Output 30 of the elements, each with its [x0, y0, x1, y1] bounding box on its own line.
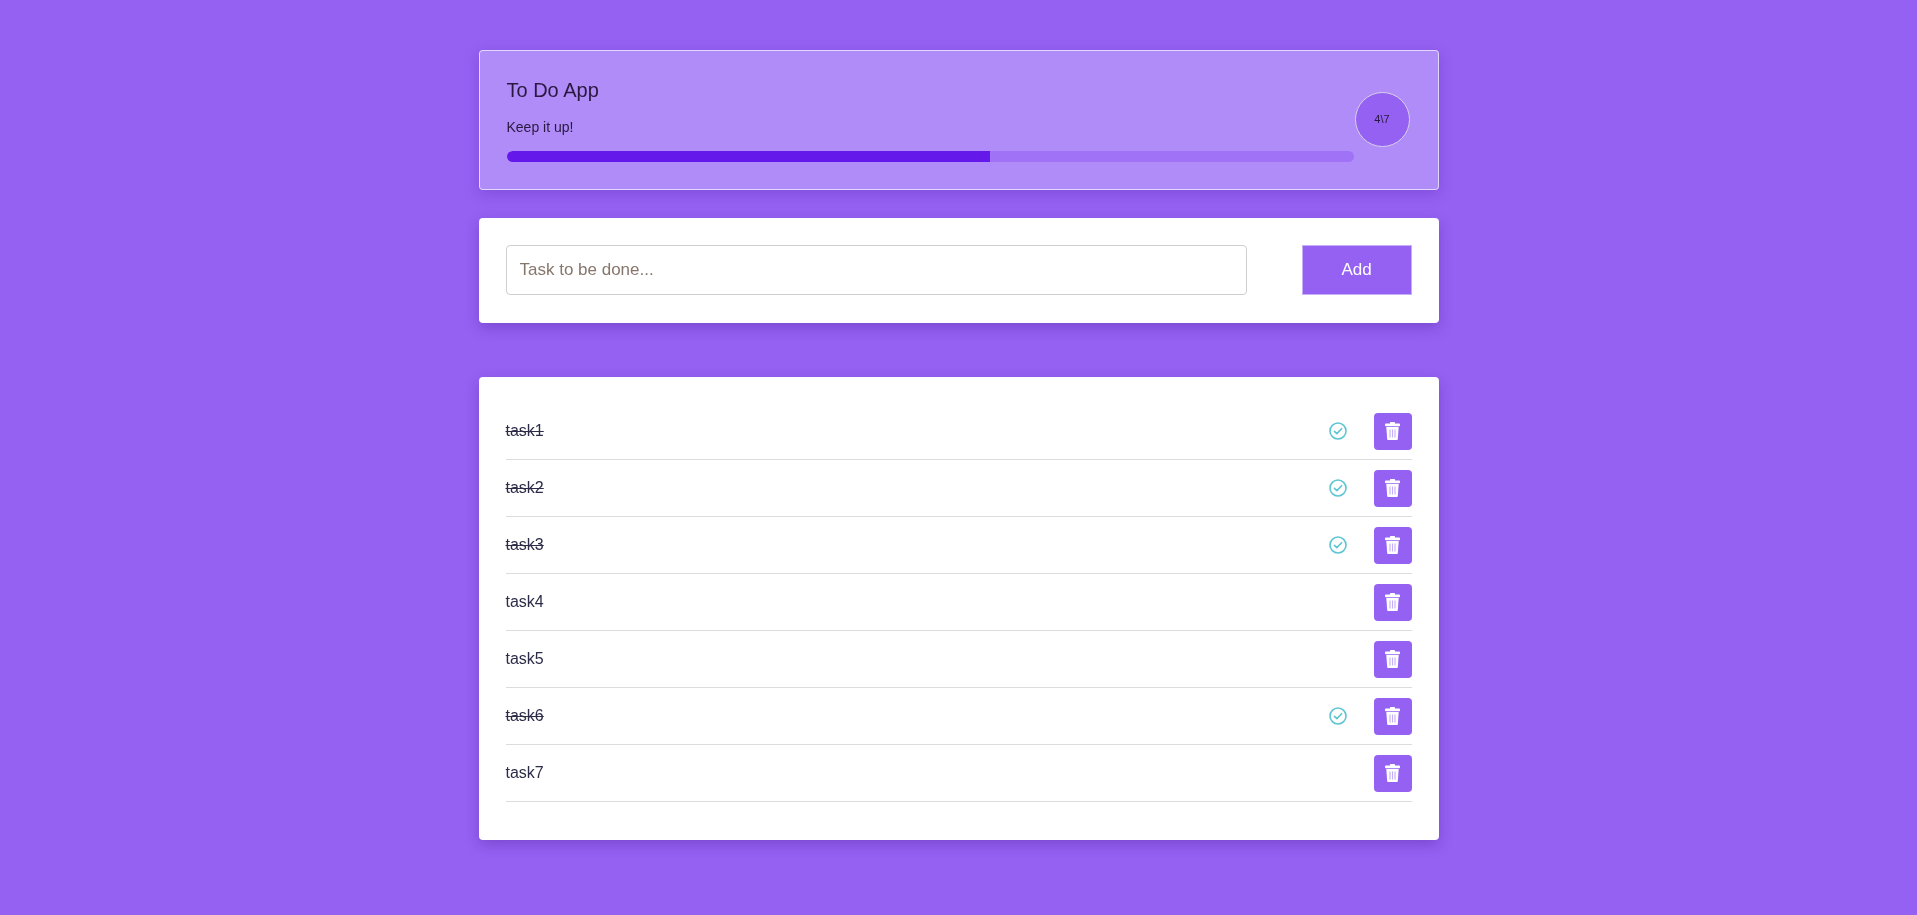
app-title: To Do App: [506, 78, 600, 103]
task-text[interactable]: task4: [505, 593, 1374, 611]
trash-icon: [1385, 707, 1400, 725]
delete-button[interactable]: [1373, 469, 1412, 507]
progress-message: Keep it up!: [506, 118, 574, 137]
trash-icon: [1385, 764, 1400, 782]
check-circle-icon: [1328, 536, 1347, 554]
delete-button[interactable]: [1373, 412, 1412, 450]
task-counter: 4\7: [1354, 91, 1410, 147]
check-circle-icon: [1328, 422, 1347, 440]
delete-button[interactable]: [1373, 640, 1412, 678]
delete-button[interactable]: [1373, 526, 1412, 564]
add-button[interactable]: Add: [1301, 245, 1412, 295]
delete-button[interactable]: [1373, 583, 1412, 621]
task-text[interactable]: task3: [505, 536, 1329, 554]
task-text[interactable]: task2: [505, 479, 1329, 497]
trash-icon: [1385, 422, 1400, 440]
check-circle-icon: [1328, 479, 1347, 497]
task-text[interactable]: task1: [505, 422, 1329, 440]
trash-icon: [1385, 536, 1400, 554]
task-text[interactable]: task6: [505, 707, 1329, 725]
trash-icon: [1385, 593, 1400, 611]
task-input-field[interactable]: Task to be done...: [505, 245, 1247, 295]
delete-button[interactable]: [1373, 754, 1412, 792]
check-circle-icon: [1328, 707, 1347, 725]
trash-icon: [1385, 650, 1400, 668]
delete-button[interactable]: [1373, 697, 1412, 735]
task-text[interactable]: task5: [505, 650, 1374, 668]
task-text[interactable]: task7: [505, 764, 1374, 782]
trash-icon: [1385, 479, 1400, 497]
